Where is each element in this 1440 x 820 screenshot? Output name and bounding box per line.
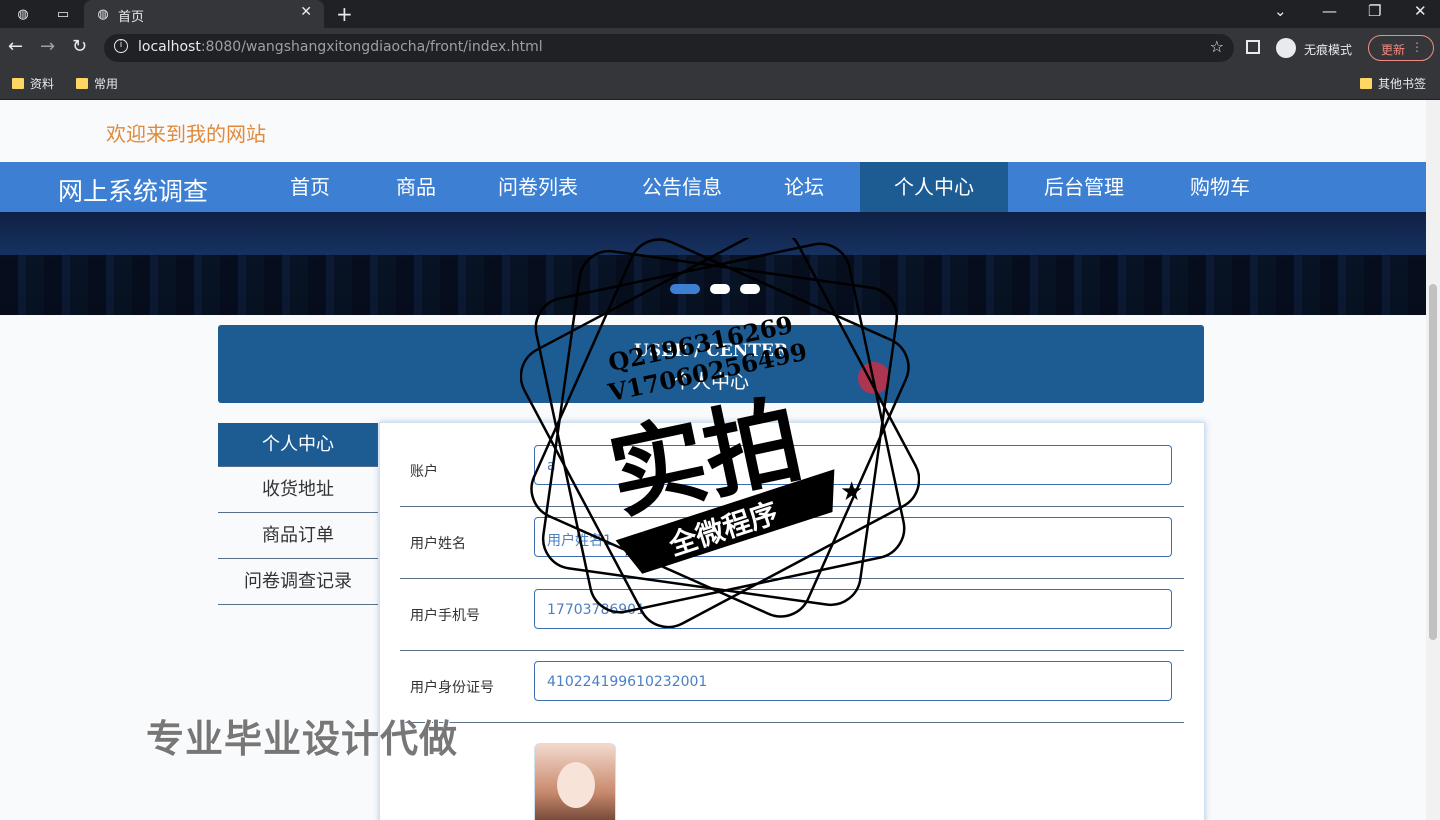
restore-icon[interactable]: ❐	[1368, 2, 1381, 20]
account-field[interactable]: a	[534, 445, 1172, 485]
site-info-icon[interactable]: i	[114, 39, 128, 53]
avatar-face	[557, 762, 595, 808]
user-center-en-title: USER / CENTER	[634, 341, 788, 361]
window-close-icon[interactable]: ✕	[1414, 2, 1427, 20]
nav-admin[interactable]: 后台管理	[1024, 162, 1144, 212]
avatar-image[interactable]	[534, 743, 616, 820]
carousel-dot[interactable]	[710, 284, 730, 294]
folder-icon	[76, 78, 88, 89]
reload-icon[interactable]: ↻	[72, 36, 87, 57]
site-brand[interactable]: 网上系统调查	[58, 172, 208, 208]
form-row-name: 用户姓名 用户姓名1	[400, 507, 1184, 579]
folder-icon	[12, 78, 24, 89]
form-row-id: 用户身份证号 410224199610232001	[400, 651, 1184, 723]
phone-field[interactable]: 17703786901	[534, 589, 1172, 629]
name-label: 用户姓名	[410, 536, 466, 552]
form-row-phone: 用户手机号 17703786901	[400, 579, 1184, 651]
nav-survey-list[interactable]: 问卷列表	[478, 162, 598, 212]
welcome-text: 欢迎来到我的网站	[106, 122, 266, 146]
main-nav: 网上系统调查 首页 商品 问卷列表 公告信息 论坛 个人中心 后台管理 购物车	[0, 162, 1426, 212]
browser-tab-bar: ◍ ▭ ◍ 首页 ✕ + ⌄ — ❐ ✕	[0, 0, 1440, 28]
tab-title: 首页	[118, 10, 145, 25]
bookmark-changyong[interactable]: 常用	[76, 75, 118, 92]
form-row-account: 账户 a	[400, 435, 1184, 507]
incognito-icon	[1276, 38, 1296, 58]
menu-dots-icon[interactable]: ⋮	[1411, 40, 1423, 54]
bookmark-star-icon[interactable]: ☆	[1210, 37, 1224, 56]
nav-cart[interactable]: 购物车	[1160, 162, 1280, 212]
side-item-orders[interactable]: 商品订单	[218, 513, 378, 559]
user-center-title: 个人中心	[672, 371, 749, 393]
tab-search-icon[interactable]: ⌄	[1274, 2, 1287, 20]
id-card-field[interactable]: 410224199610232001	[534, 661, 1172, 701]
forward-icon[interactable]: →	[40, 36, 55, 57]
carousel-dot[interactable]	[740, 284, 760, 294]
bookmarks-bar: 资料 常用 其他书签	[0, 68, 1440, 100]
nav-home[interactable]: 首页	[262, 162, 358, 212]
nav-announcements[interactable]: 公告信息	[620, 162, 744, 212]
profile-form: 账户 a 用户姓名 用户姓名1 用户手机号 17703786901 用户身份证号…	[379, 422, 1205, 820]
update-label: 更新	[1381, 43, 1406, 57]
side-item-user-center[interactable]: 个人中心	[218, 423, 378, 467]
browser-app-icon[interactable]: ◍	[14, 5, 32, 23]
bookmark-ziliao[interactable]: 资料	[12, 75, 54, 92]
close-tab-icon[interactable]: ✕	[300, 4, 312, 20]
tab-overview-icon[interactable]: ▭	[54, 5, 72, 23]
side-item-survey-records[interactable]: 问卷调查记录	[218, 559, 378, 605]
carousel-dot[interactable]	[670, 284, 700, 294]
scrollbar-thumb[interactable]	[1429, 284, 1437, 640]
carousel-indicators	[670, 284, 760, 294]
side-menu: 个人中心 收货地址 商品订单 问卷调查记录	[218, 423, 378, 605]
user-center-header: USER / CENTER 个人中心	[218, 325, 1204, 403]
account-label: 账户	[410, 464, 438, 480]
phone-label: 用户手机号	[410, 608, 480, 624]
bookmark-other[interactable]: 其他书签	[1360, 75, 1426, 92]
tab-home[interactable]: ◍ 首页 ✕	[84, 0, 324, 28]
minimize-icon[interactable]: —	[1322, 2, 1337, 20]
nav-products[interactable]: 商品	[368, 162, 464, 212]
banner-carousel	[0, 212, 1426, 315]
watermark-bottom-text: 专业毕业设计代做	[146, 717, 459, 761]
page-scrollbar[interactable]	[1426, 100, 1440, 820]
update-button[interactable]: 更新 ⋮	[1368, 35, 1434, 61]
folder-icon	[1360, 78, 1372, 89]
nav-forum[interactable]: 论坛	[762, 162, 846, 212]
url-text: localhost:8080/wangshangxitongdiaocha/fr…	[138, 39, 543, 55]
id-label: 用户身份证号	[410, 680, 494, 696]
globe-icon: ◍	[97, 6, 109, 22]
name-field[interactable]: 用户姓名1	[534, 517, 1172, 557]
cursor-highlight	[858, 362, 890, 394]
url-input[interactable]: i localhost:8080/wangshangxitongdiaocha/…	[104, 34, 1234, 62]
new-tab-icon[interactable]: +	[336, 2, 353, 26]
incognito-label: 无痕模式	[1304, 43, 1353, 57]
nav-user-center[interactable]: 个人中心	[860, 162, 1008, 212]
address-toolbar: ← → ↻ i localhost:8080/wangshangxitongdi…	[0, 28, 1440, 68]
side-item-address[interactable]: 收货地址	[218, 467, 378, 513]
side-panel-icon[interactable]	[1246, 40, 1260, 54]
back-icon[interactable]: ←	[8, 36, 23, 57]
